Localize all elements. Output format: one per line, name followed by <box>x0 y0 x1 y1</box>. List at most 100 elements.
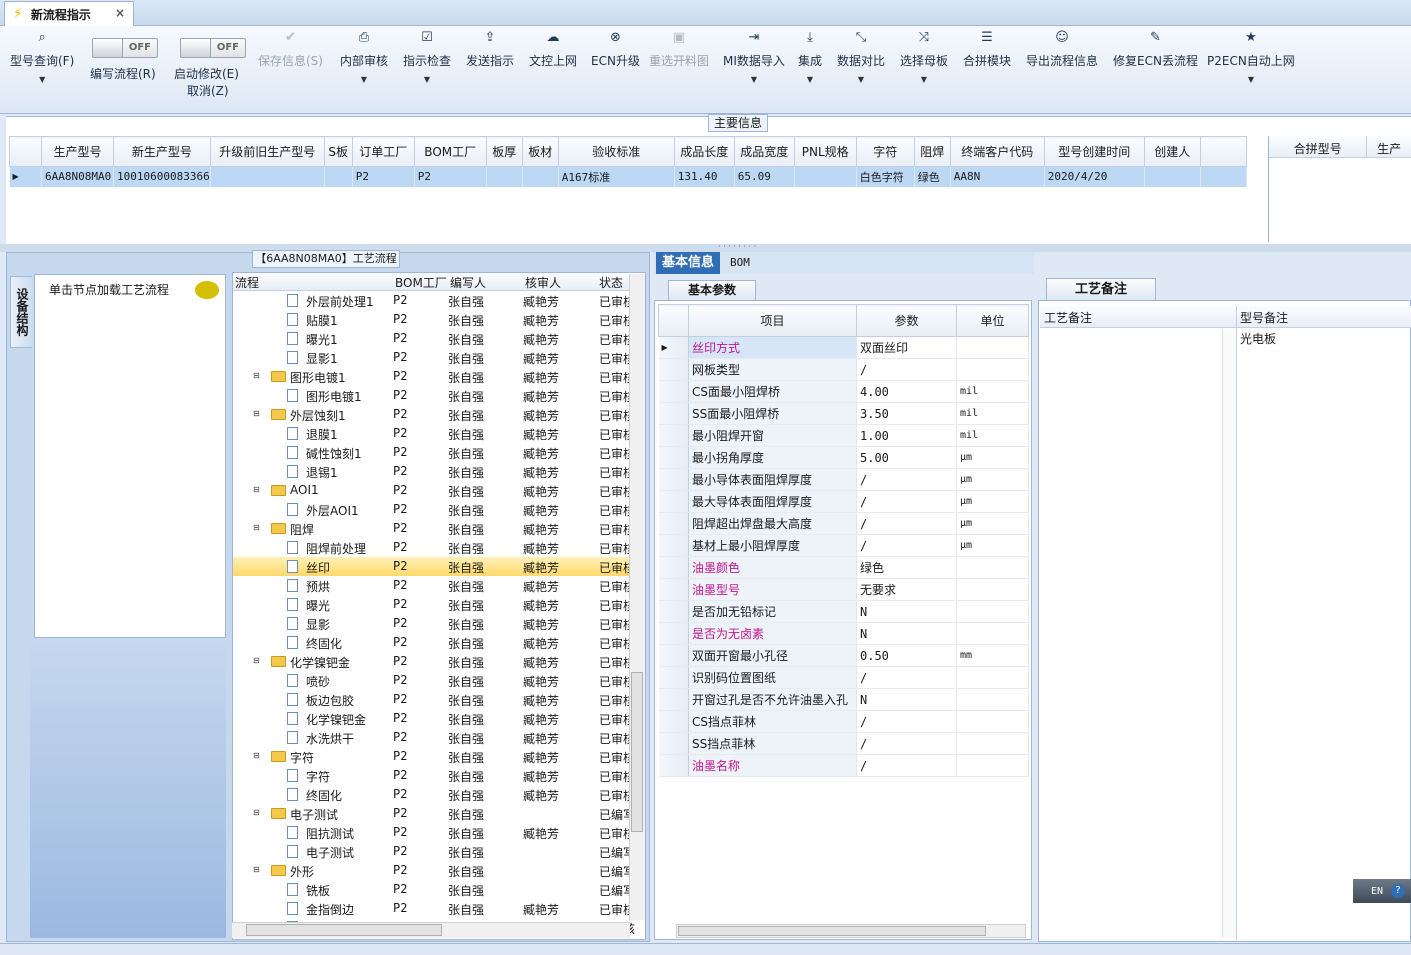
main-cell[interactable] <box>324 166 353 187</box>
main-cell[interactable]: P2 <box>414 166 487 187</box>
main-cell[interactable]: 131.40 <box>674 166 735 187</box>
param-row[interactable]: 阻焊超出焊盘最大高度 / μm <box>658 512 1029 535</box>
file-upload-button[interactable]: ☁ 文控上网 <box>529 30 577 69</box>
edit-flow-toggle[interactable]: OFF <box>92 38 158 58</box>
main-col-16[interactable]: 创建人 <box>1143 136 1201 167</box>
tree-row[interactable]: ⊟ AOI1 P2 张自强 臧艳芳 已审核 <box>233 481 635 500</box>
main-cell[interactable] <box>794 166 857 187</box>
main-cell[interactable]: 白色字符 <box>856 166 915 187</box>
tree-row[interactable]: 预烘 P2 张自强 臧艳芳 已审核 <box>233 576 635 595</box>
param-row[interactable]: 油墨颜色 绿色 <box>658 556 1029 579</box>
collapse-icon[interactable]: ⊟ <box>253 751 260 760</box>
integrate-button[interactable]: ⤓ 集成 ▼ <box>798 30 822 84</box>
tree-row[interactable]: ⊟ 图形电镀1 P2 张自强 臧艳芳 已审核 <box>233 367 635 386</box>
fix-ecn-button[interactable]: ✎ 修复ECN丢流程 <box>1113 30 1198 69</box>
select-mother-board-button[interactable]: ⤨ 选择母板 ▼ <box>900 30 948 84</box>
param-value[interactable]: 0.50 <box>856 644 957 667</box>
remark-vertical-scrollbar[interactable] <box>1222 330 1236 938</box>
param-value[interactable]: / <box>856 732 957 755</box>
main-cell[interactable] <box>1144 166 1201 187</box>
param-value[interactable]: / <box>856 534 957 557</box>
tab-basic-info[interactable]: 基本信息 <box>656 252 720 274</box>
main-col-7[interactable]: 板材 <box>521 136 559 167</box>
param-value[interactable]: 1.00 <box>856 424 957 447</box>
param-row[interactable]: 基材上最小阻焊厚度 / μm <box>658 534 1029 557</box>
tree-row[interactable]: 铣板 P2 张自强 已编写 <box>233 880 635 899</box>
main-col-11[interactable]: PNL规格 <box>793 136 857 167</box>
chat-bubble-icon[interactable] <box>195 281 219 299</box>
tree-row[interactable]: 终固化 P2 张自强 臧艳芳 已审核 <box>233 633 635 652</box>
close-icon[interactable]: × <box>115 6 125 20</box>
collapse-icon[interactable]: ⊟ <box>253 485 260 494</box>
model-remark-value[interactable]: 光电板 <box>1240 330 1276 347</box>
param-value[interactable]: 4.00 <box>856 380 957 403</box>
tree-row[interactable]: 水洗烘干 P2 张自强 臧艳芳 已审核 <box>233 728 635 747</box>
param-value[interactable]: N <box>856 600 957 623</box>
tree-row[interactable]: ⊟ 外形 P2 张自强 已编写 <box>233 861 635 880</box>
language-indicator[interactable]: EN ? <box>1353 879 1411 903</box>
data-compare-button[interactable]: ⤡ 数据对比 ▼ <box>837 30 885 84</box>
tree-row[interactable]: 丝印 P2 张自强 臧艳芳 已审核 <box>233 557 635 576</box>
tab-bom[interactable]: BOM <box>730 256 750 269</box>
table-row[interactable]: ▶ 6AA8N08MA0 10010600083366 P2 P2 A167标准 131.4… <box>9 166 1247 187</box>
param-row[interactable]: 识别码位置图纸 / <box>658 666 1029 689</box>
param-value[interactable]: / <box>856 468 957 491</box>
tree-col-status[interactable]: 状态 <box>599 274 623 291</box>
main-cell[interactable] <box>210 166 325 187</box>
tree-col-writer[interactable]: 编写人 <box>450 274 486 291</box>
param-value[interactable]: 双面丝印 <box>856 336 957 359</box>
main-col-13[interactable]: 阻焊 <box>913 136 951 167</box>
param-value[interactable]: / <box>856 666 957 689</box>
tree-row[interactable]: ⊟ 电子测试 P2 张自强 已编写 <box>233 804 635 823</box>
tab-new-flow-instruction[interactable]: ⚡ 新流程指示 × <box>4 1 134 26</box>
params-col-item[interactable]: 项目 <box>688 304 857 337</box>
tree-row[interactable]: 喷砂 P2 张自强 臧艳芳 已审核 <box>233 671 635 690</box>
tree-row[interactable]: 曝光 P2 张自强 臧艳芳 已审核 <box>233 595 635 614</box>
param-row[interactable]: CS挡点菲林 / <box>658 710 1029 733</box>
param-row[interactable]: 最大导体表面阻焊厚度 / μm <box>658 490 1029 513</box>
param-row[interactable]: 最小拐角厚度 5.00 μm <box>658 446 1029 469</box>
collapse-icon[interactable]: ⊟ <box>253 865 260 874</box>
mi-import-button[interactable]: ⇥ MI数据导入 ▼ <box>723 30 785 84</box>
main-col-14[interactable]: 终端客户代码 <box>949 136 1045 167</box>
collapse-icon[interactable]: ⊟ <box>253 808 260 817</box>
param-row[interactable]: 开窗过孔是否不允许油墨入孔 N <box>658 688 1029 711</box>
param-value[interactable]: 绿色 <box>856 556 957 579</box>
col-model-remark[interactable]: 型号备注 <box>1240 309 1288 326</box>
tree-vertical-scroll-thumb[interactable] <box>631 672 643 832</box>
param-row[interactable]: 是否加无铅标记 N <box>658 600 1029 623</box>
tree-col-flow[interactable]: 流程 <box>235 274 259 291</box>
tree-row[interactable]: 退膜1 P2 张自强 臧艳芳 已审核 <box>233 424 635 443</box>
save-info-button[interactable]: ✔ 保存信息(S) <box>258 30 323 69</box>
main-cell[interactable]: 2020/4/20 <box>1044 166 1145 187</box>
main-col-2[interactable]: 升级前旧生产型号 <box>209 136 325 167</box>
main-cell[interactable]: A167标准 <box>558 166 675 187</box>
params-col-unit[interactable]: 单位 <box>956 304 1029 337</box>
merge-production-column[interactable]: 生产 <box>1366 136 1411 157</box>
tree-row[interactable]: 显影 P2 张自强 臧艳芳 已审核 <box>233 614 635 633</box>
param-row[interactable]: SS挡点菲林 / <box>658 732 1029 755</box>
tree-row[interactable]: 阻抗测试 P2 张自强 臧艳芳 已审核 <box>233 823 635 842</box>
tree-col-reviewer[interactable]: 核审人 <box>525 274 561 291</box>
param-row[interactable]: 最小导体表面阻焊厚度 / μm <box>658 468 1029 491</box>
tree-row[interactable]: 金指倒边 P2 张自强 臧艳芳 已审核 <box>233 899 635 918</box>
col-craft-remark[interactable]: 工艺备注 <box>1044 309 1092 326</box>
main-col-10[interactable]: 成品宽度 <box>733 136 795 167</box>
side-tab-device-structure[interactable]: 设备结构 <box>10 276 32 348</box>
tree-row[interactable]: 碱性蚀刻1 P2 张自强 臧艳芳 已审核 <box>233 443 635 462</box>
param-row[interactable]: 油墨型号 无要求 <box>658 578 1029 601</box>
tree-row[interactable]: 电子测试 P2 张自强 已编写 <box>233 842 635 861</box>
craft-remark-title[interactable]: 工艺备注 <box>1046 278 1156 300</box>
main-cell[interactable] <box>522 166 559 187</box>
tree-row[interactable]: ⊟ 阻焊 P2 张自强 臧艳芳 已审核 <box>233 519 635 538</box>
model-query-button[interactable]: ⌕ 型号查询(F) ▼ <box>10 30 74 84</box>
params-horizontal-scroll-thumb[interactable] <box>678 926 986 936</box>
tree-row[interactable]: 字符 P2 张自强 臧艳芳 已审核 <box>233 766 635 785</box>
tree-row[interactable]: 退锡1 P2 张自强 臧艳芳 已审核 <box>233 462 635 481</box>
tree-row[interactable]: 终固化 P2 张自强 臧艳芳 已审核 <box>233 785 635 804</box>
main-col-8[interactable]: 验收标准 <box>557 136 675 167</box>
param-value[interactable]: / <box>856 754 957 777</box>
main-col-5[interactable]: BOM工厂 <box>413 136 487 167</box>
param-row[interactable]: SS面最小阻焊桥 3.50 mil <box>658 402 1029 425</box>
main-cell[interactable]: AA8N <box>950 166 1045 187</box>
